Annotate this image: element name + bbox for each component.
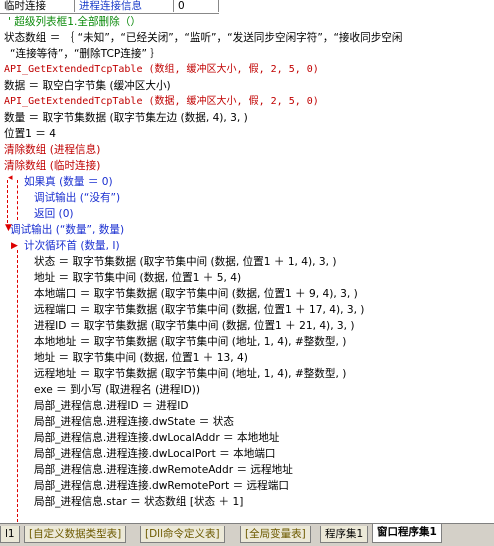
code-line[interactable]: 局部_进程信息.star ＝ 状态数组 [状态 ＋ 1]	[34, 494, 243, 510]
editor-tab[interactable]: [全局变量表]	[240, 526, 311, 543]
code-line[interactable]: 远程地址 ＝ 取字节集数据 (取字节集中间 (地址, 1, 4), #整数型, …	[34, 366, 346, 382]
var-name-cell[interactable]: 临时连接	[0, 0, 75, 12]
code-line[interactable]: API_GetExtendedTcpTable (数组, 缓冲区大小, 假, 2…	[4, 62, 319, 78]
if-block-guide-outer	[7, 180, 8, 228]
var-type-cell[interactable]: 进程连接信息	[75, 0, 174, 12]
code-line[interactable]: 局部_进程信息.进程连接.dwRemotePort ＝ 远程端口	[34, 478, 289, 494]
editor-tab[interactable]: 程序集1	[320, 526, 369, 543]
code-line[interactable]: 调试输出 (“没有”)	[34, 190, 120, 206]
editor-tab[interactable]: [自定义数据类型表]	[24, 526, 127, 543]
editor-tab[interactable]: l1	[0, 526, 20, 543]
var-array-cell[interactable]: 0	[174, 0, 219, 12]
code-line[interactable]: 位置1 ＝ 4	[4, 126, 56, 142]
if-block-guide	[17, 180, 18, 220]
code-line[interactable]: 局部_进程信息.进程ID ＝ 进程ID	[34, 398, 189, 414]
code-line[interactable]: 本地地址 ＝ 取字节集数据 (取字节集中间 (地址, 1, 4), #整数型, …	[34, 334, 346, 350]
code-editor[interactable]: ▼ ▶ ◂ ' 超级列表框1.全部删除（） 状态数组 ＝ ｛ “未知”，“已经关闭…	[0, 14, 494, 522]
code-line[interactable]: API_GetExtendedTcpTable (数据, 缓冲区大小, 假, 2…	[4, 94, 319, 110]
code-line[interactable]: 本地端口 ＝ 取字节集数据 (取字节集中间 (数据, 位置1 ＋ 9, 4), …	[34, 286, 358, 302]
code-line[interactable]: 计次循环首 (数量, I)	[24, 238, 120, 254]
code-line[interactable]: 清除数组 (进程信息)	[4, 142, 100, 158]
code-line[interactable]: 局部_进程信息.进程连接.dwRemoteAddr ＝ 远程地址	[34, 462, 293, 478]
code-line[interactable]: 局部_进程信息.进程连接.dwState ＝ 状态	[34, 414, 234, 430]
code-line[interactable]: “连接等待”，“删除TCP连接” ｝	[10, 46, 161, 62]
loop-block-guide	[17, 250, 18, 522]
code-line[interactable]: 状态数组 ＝ ｛ “未知”，“已经关闭”，“监听”，“发送同步空闲字符”，“接收…	[4, 30, 403, 46]
code-line[interactable]: 状态 ＝ 取字节集数据 (取字节集中间 (数据, 位置1 ＋ 1, 4), 3,…	[34, 254, 337, 270]
code-line[interactable]: 地址 ＝ 取字节集中间 (数据, 位置1 ＋ 5, 4)	[34, 270, 241, 286]
editor-tab[interactable]: 窗口程序集1	[372, 524, 442, 543]
code-line[interactable]: 数据 ＝ 取空白字节集 (缓冲区大小)	[4, 78, 171, 94]
code-line[interactable]: ' 超级列表框1.全部删除（）	[8, 14, 141, 30]
code-line[interactable]: 远程端口 ＝ 取字节集数据 (取字节集中间 (数据, 位置1 ＋ 17, 4),…	[34, 302, 364, 318]
variable-table-row: 临时连接 进程连接信息 0	[0, 0, 219, 14]
flow-arrow-icon: ◂	[8, 173, 13, 183]
editor-tab[interactable]: [Dll命令定义表]	[140, 526, 225, 543]
code-line[interactable]: 数量 ＝ 取字节集数据 (取字节集左边 (数据, 4), 3, )	[4, 110, 248, 126]
code-line[interactable]: 调试输出 (“数量”, 数量)	[10, 222, 124, 238]
code-line[interactable]: 清除数组 (临时连接)	[4, 158, 100, 174]
code-line[interactable]: 进程ID ＝ 取字节集数据 (取字节集中间 (数据, 位置1 ＋ 21, 4),…	[34, 318, 355, 334]
editor-tab-bar: l1 [自定义数据类型表] [Dll命令定义表] [全局变量表] 程序集1 窗口程序集1	[0, 523, 494, 546]
code-line[interactable]: 地址 ＝ 取字节集中间 (数据, 位置1 ＋ 13, 4)	[34, 350, 248, 366]
code-line[interactable]: 返回 (0)	[34, 206, 74, 222]
code-line[interactable]: 如果真 (数量 ＝ 0)	[24, 174, 113, 190]
code-line[interactable]: 局部_进程信息.进程连接.dwLocalAddr ＝ 本地地址	[34, 430, 279, 446]
code-line[interactable]: 局部_进程信息.进程连接.dwLocalPort ＝ 本地端口	[34, 446, 276, 462]
flow-arrow-icon: ▶	[11, 241, 18, 251]
code-line[interactable]: exe ＝ 到小写 (取进程名 (进程ID))	[34, 382, 200, 398]
